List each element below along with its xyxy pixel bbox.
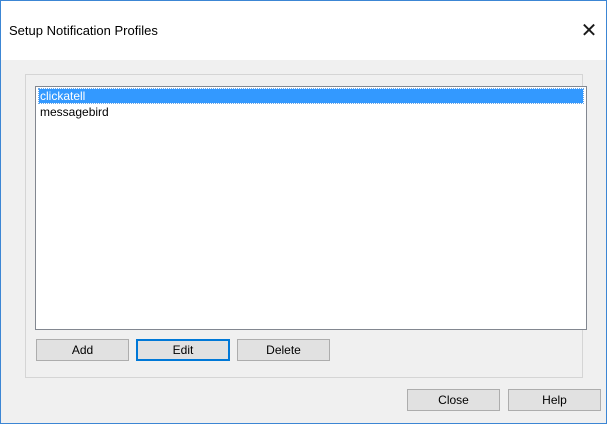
delete-button[interactable]: Delete xyxy=(237,339,330,361)
list-item[interactable]: clickatell xyxy=(38,88,584,104)
close-icon[interactable]: ✕ xyxy=(572,13,606,47)
add-button[interactable]: Add xyxy=(36,339,129,361)
profiles-listbox[interactable]: clickatell messagebird xyxy=(35,86,587,330)
dialog-window: Setup Notification Profiles ✕ clickatell… xyxy=(0,0,607,424)
title-bar: Setup Notification Profiles ✕ xyxy=(1,1,606,60)
list-item[interactable]: messagebird xyxy=(39,105,583,119)
edit-button[interactable]: Edit xyxy=(136,339,230,361)
dialog-title: Setup Notification Profiles xyxy=(9,23,158,38)
help-button[interactable]: Help xyxy=(508,389,601,411)
close-button[interactable]: Close xyxy=(407,389,500,411)
